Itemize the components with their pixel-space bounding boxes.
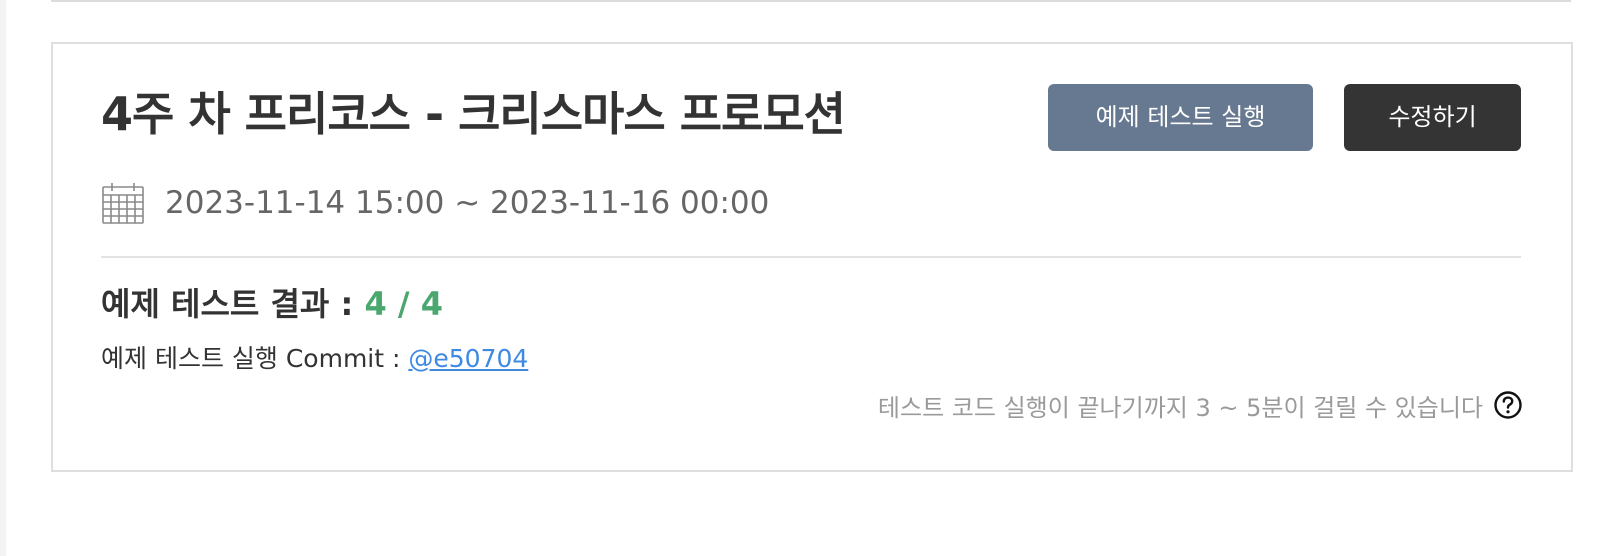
example-test-commit: 예제 테스트 실행 Commit : @e50704 (101, 341, 528, 377)
mission-card: 4주 차 프리코스 - 크리스마스 프로모션 예제 테스트 실행 수정하기 20… (51, 42, 1573, 472)
mission-title: 4주 차 프리코스 - 크리스마스 프로모션 (101, 87, 846, 141)
run-example-test-button[interactable]: 예제 테스트 실행 (1048, 84, 1313, 151)
mission-period: 2023-11-14 15:00 ~ 2023-11-16 00:00 (101, 181, 769, 225)
period-text: 2023-11-14 15:00 ~ 2023-11-16 00:00 (165, 185, 770, 221)
example-test-result: 예제 테스트 결과 : 4 / 4 (101, 281, 443, 327)
calendar-icon (101, 181, 145, 225)
duration-notice: 테스트 코드 실행이 끝나기까지 3 ~ 5분이 걸릴 수 있습니다 (878, 387, 1523, 423)
top-divider (51, 0, 1571, 2)
page: 4주 차 프리코스 - 크리스마스 프로모션 예제 테스트 실행 수정하기 20… (6, 0, 1606, 556)
help-icon[interactable] (1493, 390, 1523, 420)
card-divider (101, 256, 1521, 258)
edit-button[interactable]: 수정하기 (1344, 84, 1521, 151)
result-label: 예제 테스트 결과 : (101, 285, 365, 323)
result-score: 4 / 4 (364, 285, 443, 323)
commit-hash-link[interactable]: @e50704 (408, 344, 528, 373)
commit-label: 예제 테스트 실행 Commit : (101, 344, 409, 373)
notice-text: 테스트 코드 실행이 끝나기까지 3 ~ 5분이 걸릴 수 있습니다 (877, 393, 1483, 422)
